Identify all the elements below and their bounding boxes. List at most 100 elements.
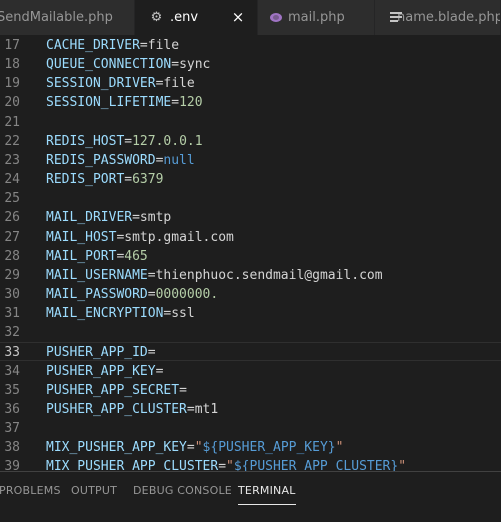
equals-sign: =: [147, 345, 156, 361]
code-text: REDIS_HOST=127.0.0.1: [46, 132, 203, 151]
code-text: MAIL_PASSWORD=0000000.: [46, 285, 218, 304]
code-line[interactable]: 25: [0, 189, 501, 208]
code-line[interactable]: 22 REDIS_HOST=127.0.0.1: [0, 132, 501, 151]
code-editor[interactable]: 17 CACHE_DRIVER=file 18 QUEUE_CONNECTION=sy…: [0, 35, 501, 471]
env-key: PUSHER_APP_KEY: [46, 363, 156, 379]
line-number: 22: [4, 133, 20, 149]
tab-terminal[interactable]: TERMINAL: [238, 484, 296, 505]
equals-sign: =: [147, 267, 156, 283]
string-quote: ": [398, 459, 407, 471]
tab-sendmailable-php[interactable]: SendMailable.php: [0, 0, 135, 35]
code-line[interactable]: 23 REDIS_PASSWORD=null: [0, 151, 501, 170]
line-number: 31: [4, 306, 20, 322]
env-key: MAIL_ENCRYPTION: [46, 306, 164, 322]
env-value: mt1: [194, 401, 219, 417]
code-text: REDIS_PORT=6379: [46, 170, 163, 189]
code-text: QUEUE_CONNECTION=sync: [46, 55, 210, 74]
tab-problems[interactable]: PROBLEMS: [0, 484, 61, 497]
tab-env[interactable]: ⚙ .env ×: [135, 0, 258, 35]
editor-tab-bar: SendMailable.php ⚙ .env × mail.php name.…: [0, 0, 501, 35]
bottom-panel: PROBLEMS OUTPUT DEBUG CONSOLE TERMINAL: [0, 471, 501, 522]
string-quote: ": [194, 440, 203, 456]
equals-sign: =: [124, 172, 133, 188]
equals-sign: =: [132, 210, 140, 226]
line-number: 23: [4, 152, 20, 168]
code-line[interactable]: 35 PUSHER_APP_SECRET=: [0, 381, 501, 400]
env-value: 127.0.0.1: [132, 133, 203, 149]
tab-label: name.blade.php: [397, 10, 501, 25]
code-text: MIX_PUSHER_APP_KEY="${PUSHER_APP_KEY}": [46, 438, 343, 457]
code-line[interactable]: 37: [0, 419, 501, 438]
tab-name-blade-php[interactable]: name.blade.php: [375, 0, 501, 35]
equals-sign: =: [155, 363, 164, 379]
env-value: ssl: [171, 306, 195, 322]
line-number: 30: [4, 286, 20, 302]
equals-sign: =: [218, 459, 227, 471]
line-number: 38: [4, 440, 20, 456]
template-variable: ${PUSHER_APP_CLUSTER}: [233, 459, 399, 471]
equals-sign: =: [171, 57, 180, 73]
tab-output[interactable]: OUTPUT: [71, 484, 117, 497]
string-quote: ": [226, 459, 234, 471]
equals-sign: =: [124, 133, 133, 149]
code-line[interactable]: 31 MAIL_ENCRYPTION=ssl: [0, 304, 501, 323]
code-line[interactable]: 18 QUEUE_CONNECTION=sync: [0, 55, 501, 74]
template-variable: ${PUSHER_APP_KEY}: [202, 440, 336, 456]
env-value: file: [147, 38, 180, 53]
code-line[interactable]: 21: [0, 113, 501, 132]
equals-sign: =: [171, 95, 180, 111]
code-line[interactable]: 36 PUSHER_APP_CLUSTER=mt1: [0, 400, 501, 419]
env-key: REDIS_PASSWORD: [46, 152, 156, 168]
code-line[interactable]: 29 MAIL_USERNAME=thienphuoc.sendmail@gmai…: [0, 266, 501, 285]
code-text: PUSHER_APP_SECRET=: [46, 381, 187, 400]
env-key: PUSHER_APP_ID: [46, 345, 148, 361]
env-key: MAIL_HOST: [46, 229, 117, 245]
line-number: 25: [4, 191, 20, 207]
env-key: QUEUE_CONNECTION: [46, 57, 172, 73]
code-line[interactable]: 33 PUSHER_APP_ID=: [0, 342, 501, 362]
code-line[interactable]: 30 MAIL_PASSWORD=0000000.: [0, 285, 501, 304]
line-number: 37: [4, 421, 20, 436]
env-value: 120: [179, 95, 203, 111]
line-number: 17: [4, 38, 20, 53]
code-line[interactable]: 38 MIX_PUSHER_APP_KEY="${PUSHER_APP_KEY}": [0, 438, 501, 457]
code-text: REDIS_PASSWORD=null: [46, 151, 195, 170]
equals-sign: =: [147, 286, 156, 302]
env-value: smtp.gmail.com: [124, 229, 234, 245]
tab-mail-php[interactable]: mail.php: [258, 0, 375, 35]
env-value: smtp: [139, 210, 172, 226]
close-icon[interactable]: ×: [230, 9, 246, 25]
code-line[interactable]: 34 PUSHER_APP_KEY=: [0, 362, 501, 381]
code-line[interactable]: 32: [0, 323, 501, 342]
code-text: MAIL_USERNAME=thienphuoc.sendmail@gmail.…: [46, 266, 383, 285]
equals-sign: =: [186, 440, 195, 456]
code-text: MAIL_ENCRYPTION=ssl: [46, 304, 195, 323]
line-number: 28: [4, 248, 20, 264]
line-number: 35: [4, 382, 20, 398]
php-icon: [270, 13, 282, 22]
tab-label: mail.php: [288, 10, 345, 25]
code-line[interactable]: 24 REDIS_PORT=6379: [0, 170, 501, 189]
env-value: null: [163, 152, 195, 168]
code-text: MAIL_PORT=465: [46, 247, 148, 266]
env-key: REDIS_HOST: [46, 133, 125, 149]
line-number: 20: [4, 95, 20, 111]
string-quote: ": [335, 440, 344, 456]
line-number: 36: [4, 401, 20, 417]
code-line[interactable]: 26 MAIL_DRIVER=smtp: [0, 208, 501, 227]
code-line[interactable]: 27 MAIL_HOST=smtp.gmail.com: [0, 228, 501, 247]
env-key: MAIL_USERNAME: [46, 267, 148, 283]
line-number: 32: [4, 325, 20, 341]
code-line[interactable]: 19 SESSION_DRIVER=file: [0, 74, 501, 93]
tab-debug-console[interactable]: DEBUG CONSOLE: [133, 484, 232, 497]
code-line[interactable]: 39 MIX_PUSHER_APP_CLUSTER="${PUSHER_APP_C…: [0, 457, 501, 471]
code-line[interactable]: 20 SESSION_LIFETIME=120: [0, 93, 501, 112]
tab-label: .env: [170, 10, 199, 25]
code-line[interactable]: 17 CACHE_DRIVER=file: [0, 36, 501, 55]
code-text: MAIL_DRIVER=smtp: [46, 208, 171, 227]
env-value: file: [163, 76, 195, 92]
env-key: MIX_PUSHER_APP_CLUSTER: [46, 459, 219, 471]
line-number: 34: [4, 363, 20, 379]
env-key: MIX_PUSHER_APP_KEY: [46, 440, 187, 456]
code-line[interactable]: 28 MAIL_PORT=465: [0, 247, 501, 266]
